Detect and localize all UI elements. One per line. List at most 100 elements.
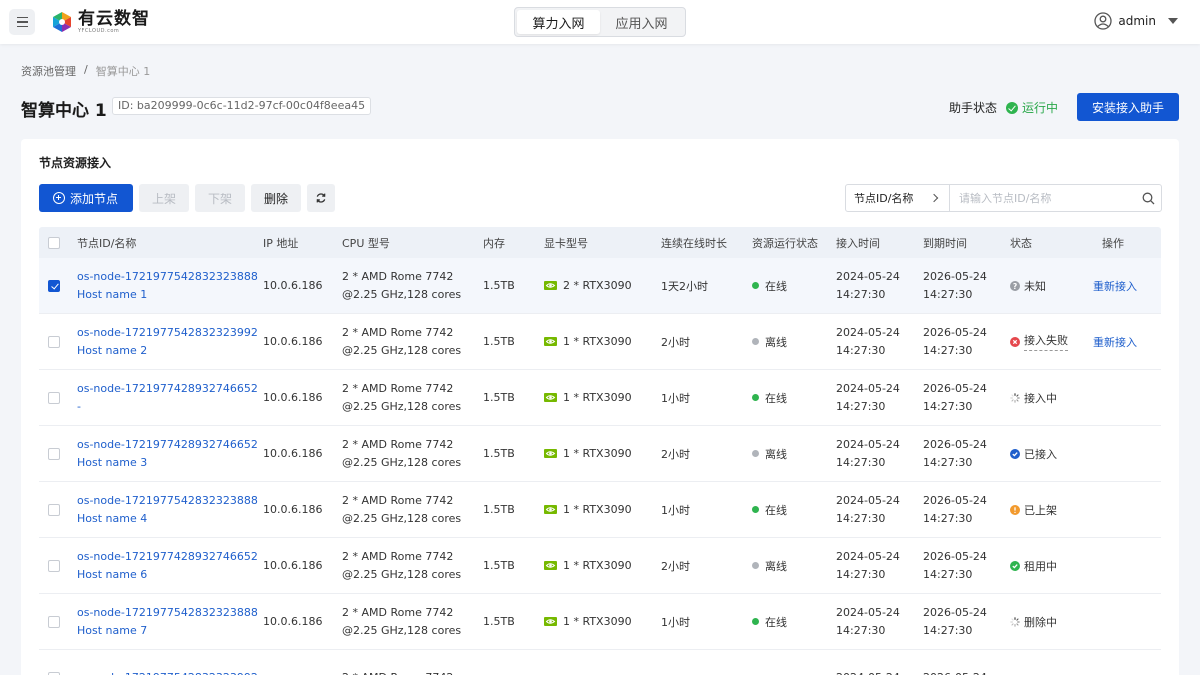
- expire-time: 14:27:30: [923, 623, 973, 637]
- col-ip: IP 地址: [263, 236, 299, 250]
- nvidia-gpu-icon: [544, 617, 557, 626]
- select-all-checkbox[interactable]: [48, 236, 60, 249]
- col-gpu: 显卡型号: [544, 236, 588, 250]
- memory: 1.5TB: [483, 391, 515, 404]
- user-menu[interactable]: admin: [1094, 12, 1178, 30]
- node-name[interactable]: Host name 7: [77, 622, 263, 640]
- install-helper-button[interactable]: 安装接入助手: [1077, 93, 1179, 121]
- col-actions: 操作: [1102, 236, 1124, 250]
- node-id-link[interactable]: os-node-1721977542832323888: [77, 604, 263, 622]
- refresh-icon: [316, 193, 326, 203]
- table-row: os-node-1721977428932746652 Host name 3 …: [39, 426, 1161, 482]
- node-table: 节点ID/名称 IP 地址 CPU 型号 内存 显卡型号 连续在线时长 资源运行…: [39, 227, 1161, 675]
- cpu-spec: @2.25 GHz,128 cores: [342, 623, 462, 637]
- row-checkbox[interactable]: [48, 559, 60, 572]
- add-node-label: 添加节点: [69, 191, 118, 206]
- node-id-link[interactable]: os-node-1721977542832323888: [77, 268, 263, 286]
- search-icon[interactable]: [1135, 185, 1161, 211]
- shelve-button[interactable]: 上架: [139, 184, 190, 212]
- search-bar: 节点ID/名称: [845, 184, 1162, 212]
- node-name[interactable]: Host name 3: [77, 454, 263, 472]
- node-ip: 10.0.6.186: [263, 391, 323, 404]
- node-name[interactable]: Host name 4: [77, 510, 263, 528]
- node-id-link[interactable]: os-node-1721977542832323888: [77, 492, 263, 510]
- col-memory: 内存: [483, 236, 505, 250]
- row-checkbox[interactable]: [48, 671, 60, 675]
- brand-subtitle: YFCLOUD.com: [78, 27, 120, 34]
- cpu-spec: @2.25 GHz,128 cores: [342, 343, 462, 357]
- access-date: 2024-05-24: [836, 437, 900, 451]
- node-ip: 10.0.6.186: [263, 279, 323, 292]
- unshelve-button[interactable]: 下架: [195, 184, 246, 212]
- cpu-model: 2 * AMD Rome 7742: [342, 605, 454, 619]
- col-node-id: 节点ID/名称: [77, 236, 137, 250]
- refresh-button[interactable]: [307, 184, 336, 212]
- id-tag: ID: ba209999-0c6c-11d2-97cf-00c04f8eea45: [112, 97, 372, 115]
- cpu-spec: @2.25 GHz,128 cores: [342, 287, 462, 301]
- row-checkbox[interactable]: [48, 447, 60, 460]
- nvidia-gpu-icon: [544, 337, 557, 346]
- expire-time: 14:27:30: [923, 399, 973, 413]
- node-id-link[interactable]: os-node-1721977428932746652: [77, 436, 263, 454]
- expire-date: 2026-05-24: [923, 549, 987, 563]
- breadcrumb-resource-pool[interactable]: 资源池管理: [21, 63, 76, 79]
- node-id-link[interactable]: os-node-1721977428932746652: [77, 548, 263, 566]
- search-field-select[interactable]: 节点ID/名称: [846, 185, 950, 211]
- row-checkbox[interactable]: [48, 391, 60, 404]
- loading-spinner-icon: [1010, 616, 1020, 627]
- online-duration: 1小时: [661, 615, 690, 629]
- table-row: os-node-1721977542832323992 Host name 2 …: [39, 314, 1161, 370]
- search-input[interactable]: [950, 185, 1135, 211]
- row-checkbox[interactable]: [48, 615, 60, 628]
- expire-time: 14:27:30: [923, 287, 973, 301]
- tab-compute[interactable]: 算力入网: [517, 10, 600, 34]
- status-dot: [752, 338, 759, 345]
- expire-date: 2026-05-24: [923, 325, 987, 339]
- reconnect-link[interactable]: 重新接入: [1093, 280, 1137, 293]
- node-name[interactable]: Host name 1: [77, 286, 263, 304]
- status-dot: [752, 394, 759, 401]
- cpu-spec: @2.25 GHz,128 cores: [342, 455, 462, 469]
- cpu-model: 2 * AMD Rome 7742: [342, 269, 454, 283]
- expire-date: 2026-05-24: [923, 437, 987, 451]
- top-header: 有云数智 YFCLOUD.com 算力入网 应用入网 admin: [0, 0, 1200, 44]
- svg-text:?: ?: [1013, 282, 1017, 291]
- node-name[interactable]: -: [77, 398, 263, 416]
- reconnect-link[interactable]: 重新接入: [1093, 336, 1137, 349]
- row-checkbox[interactable]: [48, 503, 60, 516]
- breadcrumb: 资源池管理 / 智算中心 1: [21, 63, 150, 79]
- access-date: 2024-05-24: [836, 605, 900, 619]
- run-status: 离线: [765, 335, 787, 349]
- loading-spinner-icon: [1010, 392, 1020, 403]
- node-name[interactable]: Host name 6: [77, 566, 263, 584]
- status-dot: [752, 618, 759, 625]
- expire-time: 14:27:30: [923, 567, 973, 581]
- brand-name: 有云数智: [78, 8, 150, 29]
- row-checkbox[interactable]: [48, 279, 60, 292]
- access-time: 14:27:30: [836, 343, 886, 357]
- node-id-link[interactable]: os-node-1721977542832323992: [77, 669, 263, 675]
- node-id-link[interactable]: os-node-1721977428932746652: [77, 380, 263, 398]
- tab-application[interactable]: 应用入网: [600, 10, 683, 34]
- status-dot: [752, 562, 759, 569]
- mode-switch: 算力入网 应用入网: [514, 7, 686, 37]
- card-title: 节点资源接入: [39, 156, 112, 170]
- delete-button[interactable]: 删除: [251, 184, 302, 212]
- help-circle-icon: ?: [1010, 280, 1020, 291]
- node-id-link[interactable]: os-node-1721977542832323992: [77, 324, 263, 342]
- page-title: 智算中心 1: [21, 101, 107, 121]
- col-run-status: 资源运行状态: [752, 236, 818, 250]
- node-name[interactable]: Host name 2: [77, 342, 263, 360]
- status-dot: [752, 506, 759, 513]
- expire-date: 2026-05-24: [923, 269, 987, 283]
- brand-logo[interactable]: 有云数智 YFCLOUD.com: [50, 10, 150, 34]
- menu-icon[interactable]: [9, 9, 35, 35]
- breadcrumb-current: 智算中心 1: [95, 65, 151, 78]
- user-name: admin: [1118, 14, 1156, 28]
- node-ip: 10.0.6.186: [263, 615, 323, 628]
- expire-date: 2026-05-24: [923, 381, 987, 395]
- add-node-button[interactable]: 添加节点: [39, 184, 133, 212]
- check-circle-icon: [1010, 448, 1020, 459]
- online-duration: 2小时: [661, 335, 690, 349]
- row-checkbox[interactable]: [48, 335, 60, 348]
